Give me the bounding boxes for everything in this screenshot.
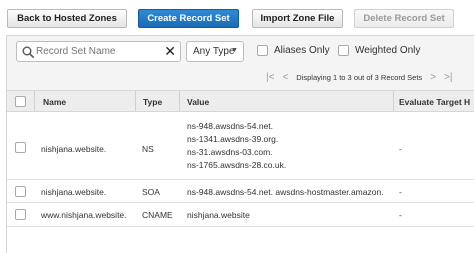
column-divider xyxy=(135,91,136,111)
record-evaluate-target-health: - xyxy=(399,210,402,220)
import-zone-file-button[interactable]: Import Zone File xyxy=(252,9,343,28)
record-name: nishjana.website. xyxy=(41,187,107,197)
record-type: CNAME xyxy=(142,210,173,220)
weighted-only-checkbox[interactable] xyxy=(338,45,349,56)
chevron-down-icon: ▼ xyxy=(231,47,238,54)
record-type: NS xyxy=(142,144,154,154)
row-checkbox[interactable] xyxy=(15,142,26,153)
column-header-value[interactable]: Value xyxy=(187,97,209,107)
record-name: www.nishjana.website. xyxy=(41,210,127,220)
column-divider xyxy=(179,91,180,111)
next-page-icon[interactable]: > xyxy=(430,72,436,83)
table-row[interactable]: nishjana.website. NS ns-948.awsdns-54.ne… xyxy=(7,112,474,180)
column-header-type[interactable]: Type xyxy=(143,97,162,107)
search-input[interactable] xyxy=(36,46,164,57)
record-value-line: ns-1765.awsdns-28.co.uk. xyxy=(187,160,287,170)
last-page-icon[interactable]: >| xyxy=(444,72,452,83)
record-type: SOA xyxy=(142,187,160,197)
close-icon[interactable]: ✕ xyxy=(164,43,176,60)
table-row[interactable]: www.nishjana.website. CNAME nishjana.web… xyxy=(7,203,474,227)
column-divider xyxy=(393,91,394,111)
type-filter-select[interactable]: Any Type ▼ xyxy=(186,41,244,62)
record-value-line: ns-1341.awsdns-39.org. xyxy=(187,134,279,144)
select-all-checkbox[interactable] xyxy=(15,96,26,107)
pagination: |< < Displaying 1 to 3 out of 3 Record S… xyxy=(262,72,456,83)
record-name: nishjana.website. xyxy=(41,144,107,154)
first-page-icon[interactable]: |< xyxy=(266,72,274,83)
pagination-info: Displaying 1 to 3 out of 3 Record Sets xyxy=(296,73,423,82)
record-evaluate-target-health: - xyxy=(399,187,402,197)
back-to-hosted-zones-button[interactable]: Back to Hosted Zones xyxy=(7,9,127,28)
record-value-line: ns-31.awsdns-03.com. xyxy=(187,147,273,157)
record-value: ns-948.awsdns-54.net. ns-1341.awsdns-39.… xyxy=(187,120,286,172)
record-value: nishjana.website xyxy=(187,210,250,220)
column-divider xyxy=(34,91,35,111)
prev-page-icon[interactable]: < xyxy=(282,72,288,83)
record-value: ns-948.awsdns-54.net. awsdns-hostmaster.… xyxy=(187,187,384,197)
column-header-evaluate-target-health[interactable]: Evaluate Target H xyxy=(399,97,470,107)
record-value-line: ns-948.awsdns-54.net. xyxy=(187,121,273,131)
column-header-name[interactable]: Name xyxy=(43,97,66,107)
aliases-only-filter[interactable]: Aliases Only xyxy=(257,45,330,56)
delete-record-set-button[interactable]: Delete Record Set xyxy=(354,9,454,28)
weighted-only-filter[interactable]: Weighted Only xyxy=(338,45,420,56)
table-row[interactable]: nishjana.website. SOA ns-948.awsdns-54.n… xyxy=(7,180,474,203)
record-sets-table-body: nishjana.website. NS ns-948.awsdns-54.ne… xyxy=(7,112,474,253)
aliases-only-label: Aliases Only xyxy=(274,45,330,56)
table-header: Name Type Value Evaluate Target H xyxy=(7,90,474,112)
row-checkbox[interactable] xyxy=(15,186,26,197)
record-set-search[interactable]: ✕ xyxy=(16,41,181,62)
record-evaluate-target-health: - xyxy=(399,144,402,154)
type-filter-value: Any Type xyxy=(193,46,235,57)
search-icon xyxy=(22,46,34,58)
create-record-set-button[interactable]: Create Record Set xyxy=(138,9,239,28)
aliases-only-checkbox[interactable] xyxy=(257,45,268,56)
row-checkbox[interactable] xyxy=(15,209,26,220)
weighted-only-label: Weighted Only xyxy=(355,45,421,56)
